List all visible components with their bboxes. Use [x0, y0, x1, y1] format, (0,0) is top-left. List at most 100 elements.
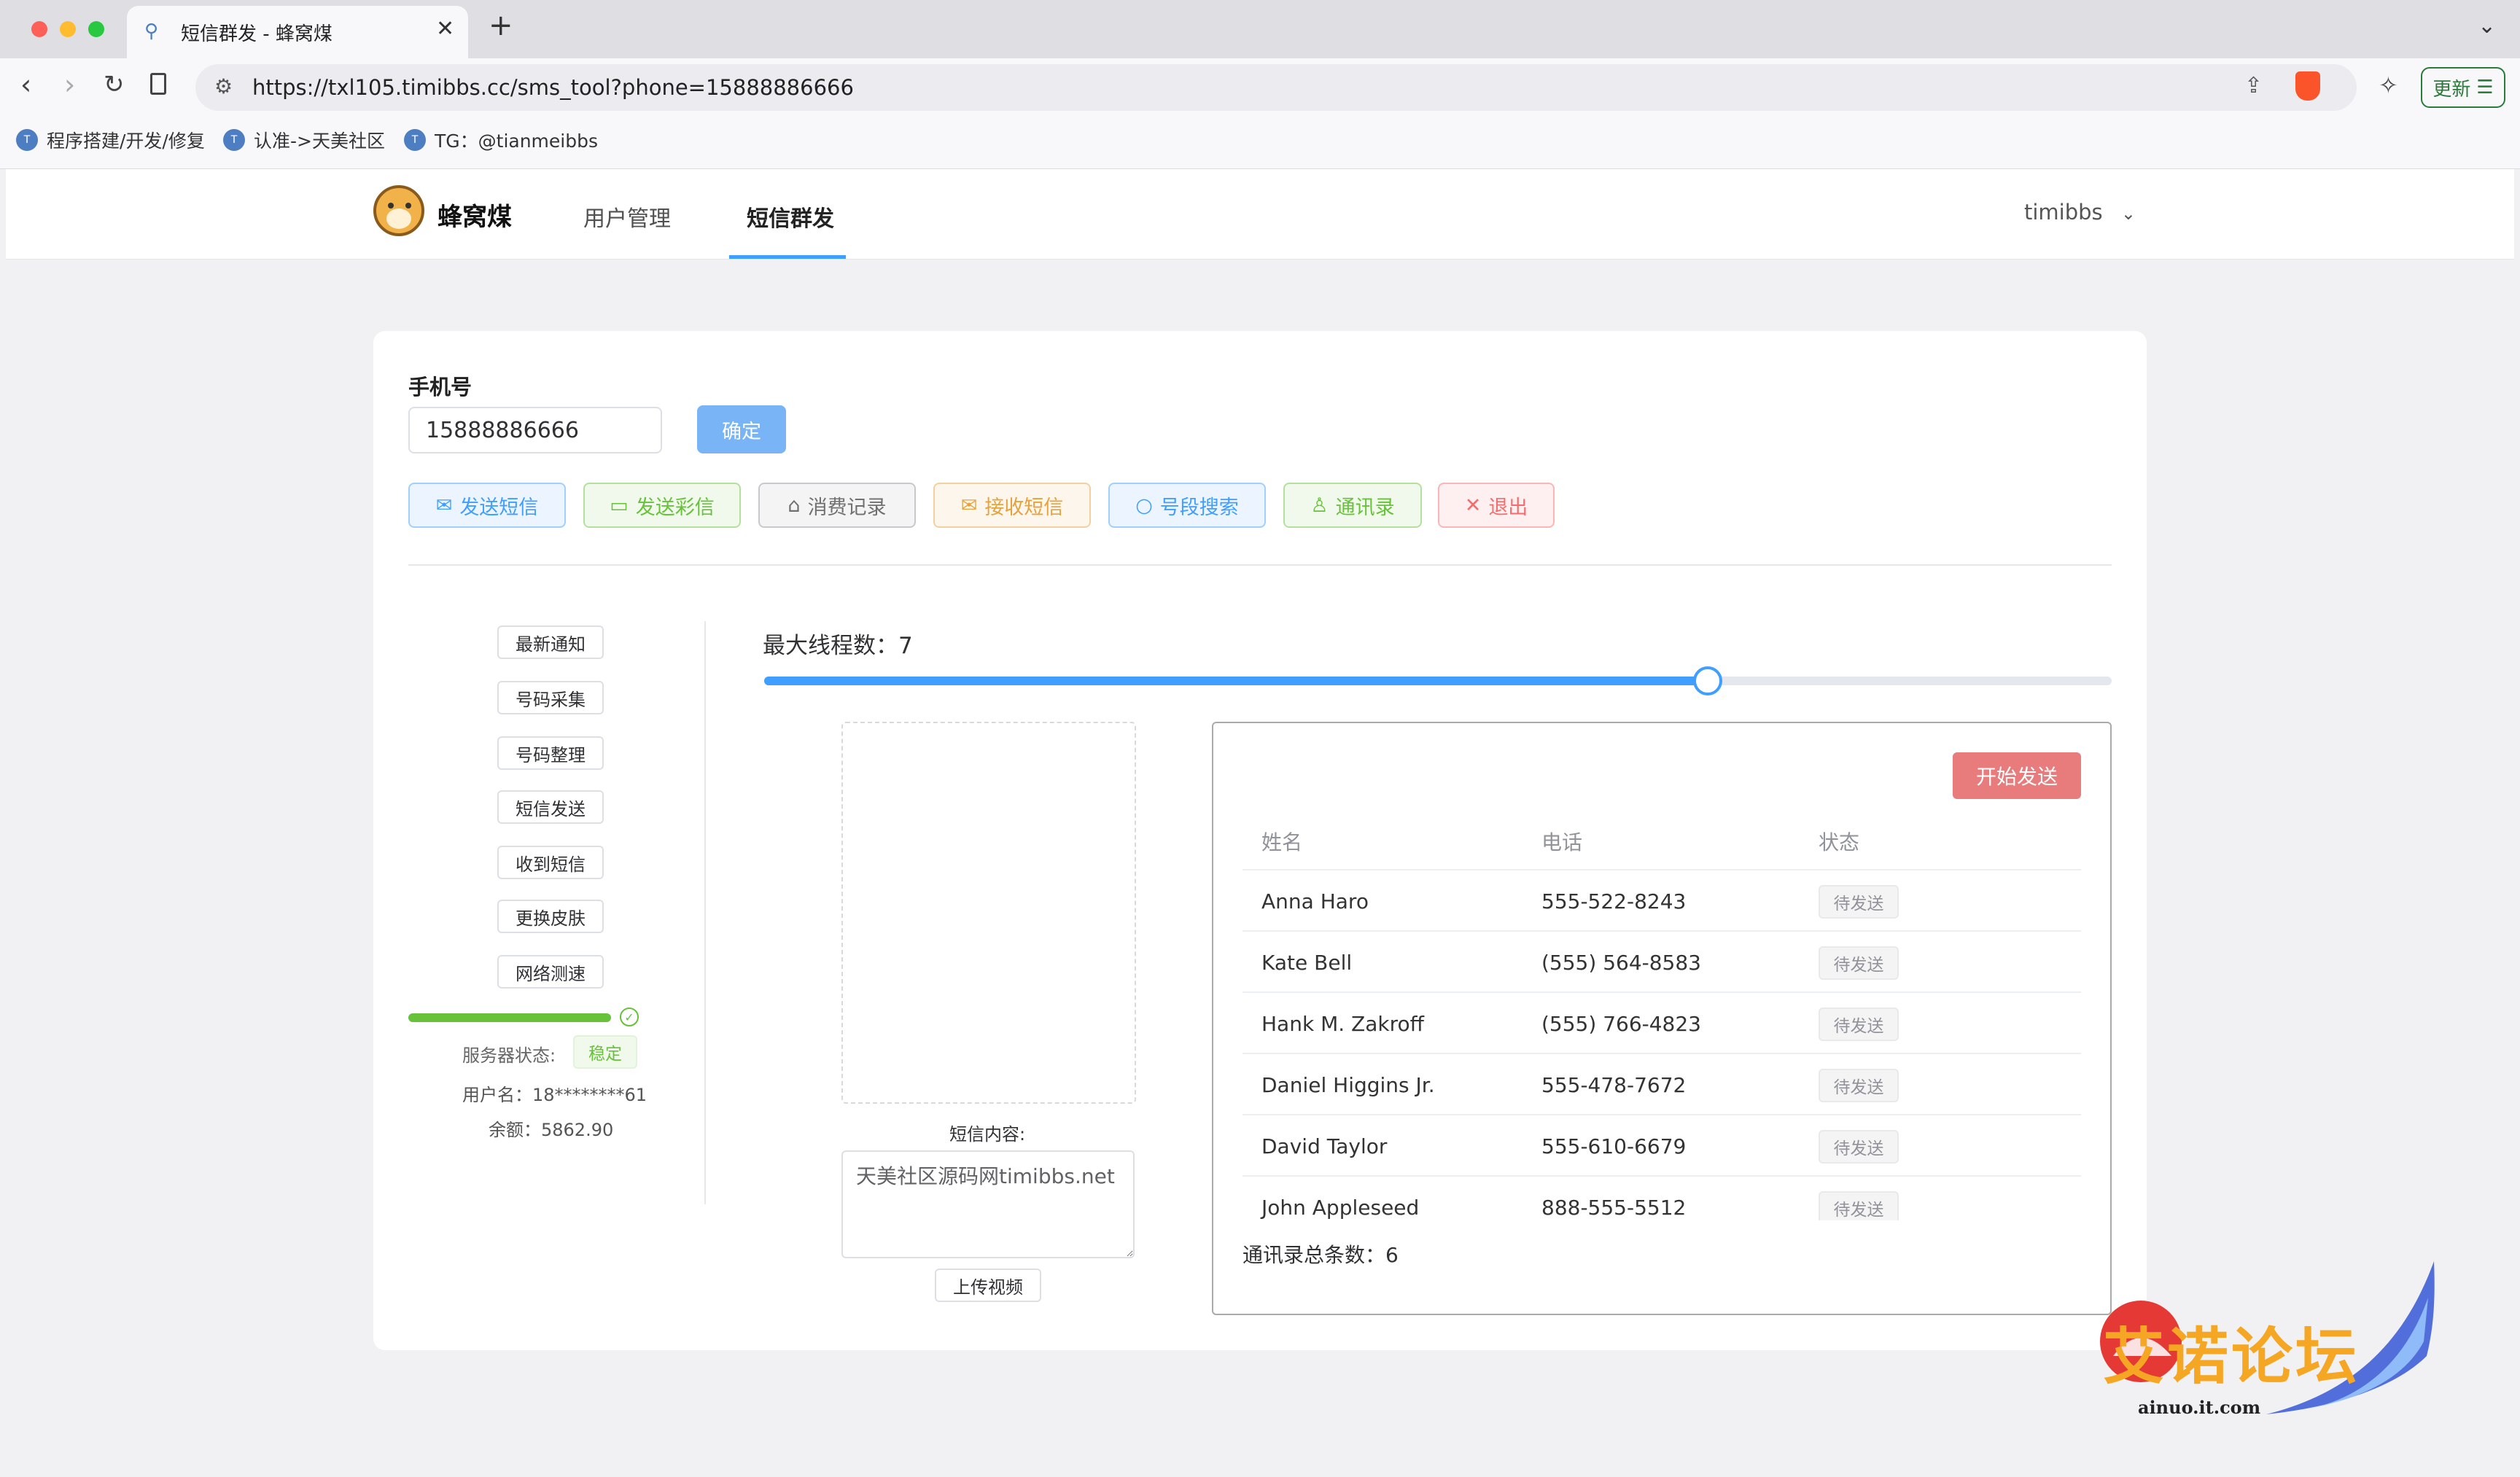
logout-label: 退出 [1488, 496, 1528, 519]
status-badge: 待发送 [1819, 1069, 1899, 1102]
send-sms-button[interactable]: ✉ 发送短信 [408, 483, 566, 528]
menu-icon: ☰ [2476, 77, 2494, 98]
image-upload-area[interactable] [841, 722, 1136, 1104]
contact-phone: 555-522-8243 [1541, 889, 1687, 913]
reload-icon[interactable]: ↻ [104, 70, 125, 99]
chevron-down-icon[interactable]: ⌄ [2478, 13, 2496, 39]
bookmark-label: TG：@tianmeibbs [435, 130, 598, 152]
server-status-badge: 稳定 [573, 1035, 637, 1069]
sidebar-item-number-collect[interactable]: 号码采集 [497, 681, 604, 714]
contacts-total: 通讯录总条数：6 [1242, 1239, 1399, 1268]
sidebar-item-received-sms[interactable]: 收到短信 [497, 846, 604, 879]
minimize-window-button[interactable] [60, 21, 76, 37]
confirm-button[interactable]: 确定 [697, 405, 786, 453]
url-text: https://txl105.timibbs.cc/sms_tool?phone… [252, 75, 854, 100]
new-tab-icon[interactable]: + [489, 9, 513, 42]
ai-sparkle-icon[interactable]: ✧ [2379, 71, 2398, 99]
doge-logo-icon [373, 185, 424, 236]
contact-name: Kate Bell [1261, 951, 1353, 975]
spending-records-button[interactable]: ⌂ 消费记录 [758, 483, 916, 528]
username-text: 用户名：18********61 [462, 1085, 648, 1105]
server-progress-track [408, 1013, 611, 1022]
phone-label: 手机号 [408, 375, 472, 400]
balance-text: 余额：5862.90 [489, 1120, 614, 1140]
maximize-window-button[interactable] [88, 21, 104, 37]
home-icon: ⌂ [788, 494, 801, 517]
status-badge: 待发送 [1819, 1130, 1899, 1164]
contacts-total-label: 通讯录总条数： [1242, 1243, 1386, 1267]
column-name: 姓名 [1261, 830, 1303, 854]
status-badge: 待发送 [1819, 1191, 1899, 1220]
contact-phone: (555) 766-4823 [1541, 1012, 1701, 1036]
divider [408, 564, 2112, 566]
table-row: Daniel Higgins Jr. 555-478-7672 待发送 [1242, 1054, 2081, 1115]
receive-sms-button[interactable]: ✉ 接收短信 [933, 483, 1091, 528]
start-sending-button[interactable]: 开始发送 [1953, 752, 2081, 799]
upload-video-button[interactable]: 上传视频 [935, 1268, 1041, 1302]
status-badge: 待发送 [1819, 946, 1899, 980]
message-content-label: 短信内容: [949, 1124, 1026, 1145]
share-icon[interactable]: ⇪ [2244, 73, 2263, 98]
bookmark-label: 认准->天美社区 [254, 130, 385, 152]
sidebar-item-sms-send[interactable]: 短信发送 [497, 790, 604, 824]
bookmark-item[interactable]: T 程序搭建/开发/修复 [16, 125, 205, 155]
bookmark-item[interactable]: T TG：@tianmeibbs [404, 125, 598, 155]
site-favicon-icon: T [404, 129, 426, 151]
contact-phone: (555) 564-8583 [1541, 951, 1701, 975]
site-settings-icon[interactable]: ⚙ [214, 74, 233, 98]
receive-sms-label: 接收短信 [984, 496, 1064, 519]
sidebar-item-speed-test[interactable]: 网络测速 [497, 955, 604, 989]
active-nav-indicator [729, 255, 846, 259]
back-icon[interactable]: ‹ [20, 69, 31, 101]
user-menu[interactable]: timibbs ⌄ [2024, 200, 2136, 225]
person-icon: ⚲ [144, 20, 159, 42]
brave-shield-icon[interactable] [2295, 71, 2320, 101]
logout-button[interactable]: ✕ 退出 [1438, 483, 1555, 528]
vertical-divider [704, 621, 706, 1204]
nav-user-management[interactable]: 用户管理 [583, 200, 671, 233]
threads-slider[interactable] [764, 666, 2112, 695]
send-mms-button[interactable]: ▭ 发送彩信 [583, 483, 741, 528]
watermark-title: 艾诺论坛 [2103, 1321, 2360, 1392]
message-textarea[interactable]: 天美社区源码网timibbs.net [841, 1150, 1135, 1258]
mail-icon: ✉ [960, 494, 978, 517]
address-bar[interactable]: ⚙ https://txl105.timibbs.cc/sms_tool?pho… [195, 64, 2357, 111]
sidebar-item-change-skin[interactable]: 更换皮肤 [497, 900, 604, 933]
contact-name: David Taylor [1261, 1134, 1388, 1158]
bookmark-icon[interactable] [150, 73, 166, 95]
sidebar-item-number-organize[interactable]: 号码整理 [497, 736, 604, 770]
max-threads-label: 最大线程数：7 [763, 633, 913, 659]
update-button[interactable]: 更新 ☰ [2421, 67, 2505, 108]
contacts-button[interactable]: ♙ 通讯录 [1283, 483, 1422, 528]
contact-phone: 888-555-5512 [1541, 1196, 1687, 1220]
table-row: John Appleseed 888-555-5512 待发送 [1242, 1177, 2081, 1220]
column-phone: 电话 [1541, 830, 1583, 854]
nav-sms-broadcast[interactable]: 短信群发 [747, 200, 834, 233]
close-tab-icon[interactable]: ✕ [436, 16, 454, 42]
forward-icon[interactable]: › [64, 69, 75, 101]
contact-name: Hank M. Zakroff [1261, 1012, 1424, 1036]
forum-watermark-logo: 艾诺论坛 ainuo.it.com [2091, 1254, 2441, 1429]
send-sms-label: 发送短信 [459, 496, 539, 519]
bookmark-item[interactable]: T 认准->天美社区 [223, 125, 385, 155]
contact-name: John Appleseed [1261, 1196, 1420, 1220]
archive-icon: ▭ [610, 494, 629, 517]
browser-tab[interactable]: ⚲ 短信群发 - 蜂窝煤 ✕ [127, 6, 468, 58]
server-progress-fill [408, 1013, 611, 1022]
search-icon: ○ [1135, 494, 1153, 517]
spending-records-label: 消费记录 [807, 496, 887, 519]
table-row: Kate Bell (555) 564-8583 待发送 [1242, 932, 2081, 993]
close-window-button[interactable] [31, 21, 47, 37]
number-search-button[interactable]: ○ 号段搜索 [1108, 483, 1266, 528]
contacts-total-value: 6 [1385, 1243, 1399, 1267]
threads-slider-handle[interactable] [1692, 666, 1722, 695]
status-badge: 待发送 [1819, 885, 1899, 919]
sidebar-item-latest-notice[interactable]: 最新通知 [497, 626, 604, 659]
site-favicon-icon: T [16, 129, 38, 151]
site-favicon-icon: T [223, 129, 245, 151]
update-label: 更新 [2432, 78, 2471, 101]
user-icon: ♙ [1310, 494, 1329, 517]
phone-input[interactable] [408, 407, 662, 453]
user-name: timibbs [2024, 200, 2103, 225]
contacts-table-body[interactable]: Anna Haro 555-522-8243 待发送 Kate Bell (55… [1242, 870, 2081, 1220]
